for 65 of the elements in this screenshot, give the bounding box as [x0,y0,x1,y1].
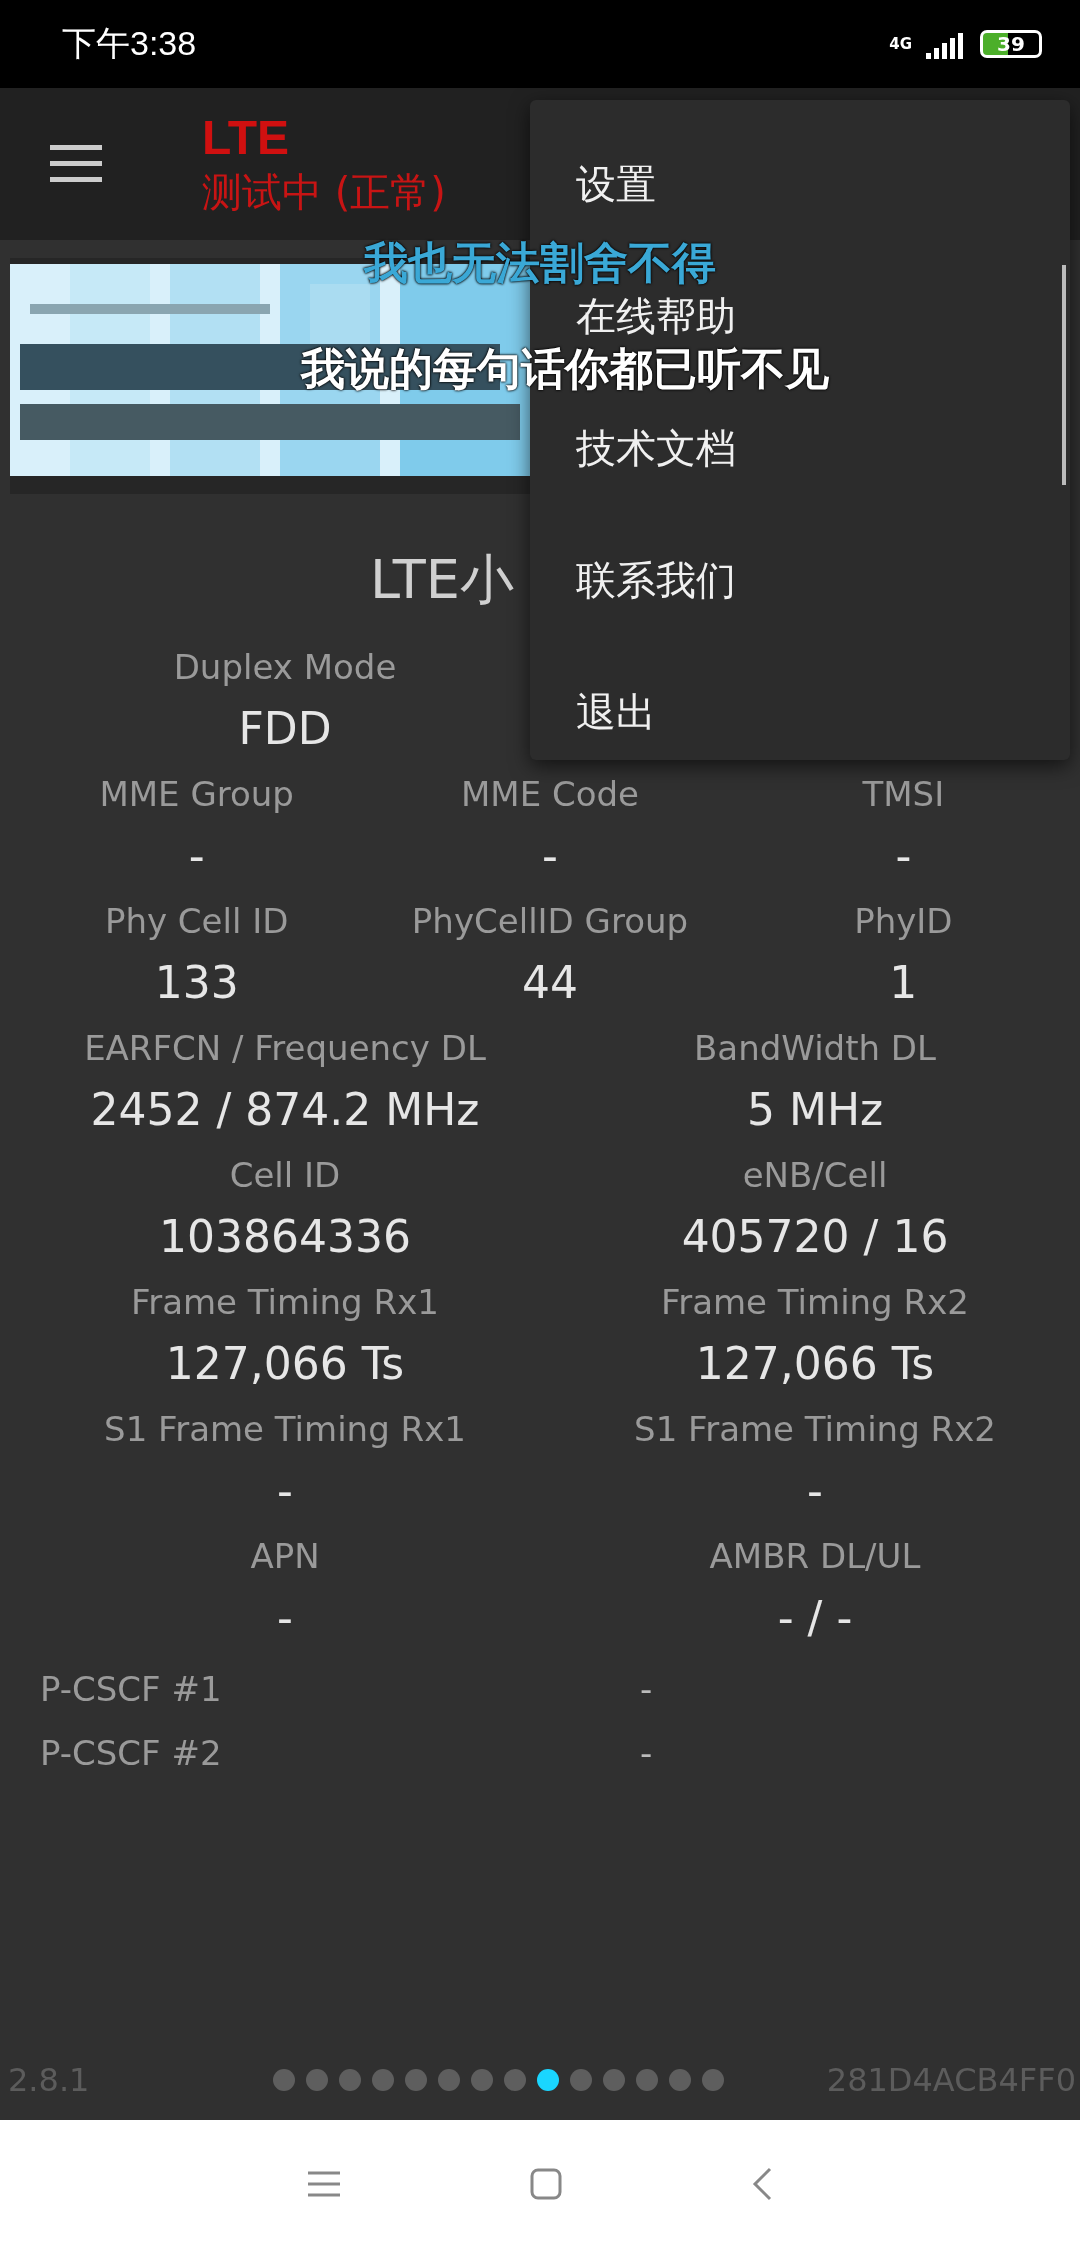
field-label: P-CSCF #2 [40,1733,223,1773]
page-dot[interactable] [371,2069,394,2091]
field-value: - / - [777,1591,853,1645]
field-value: 405720 / 16 [681,1210,949,1264]
page-dot[interactable] [272,2069,295,2091]
menu-item[interactable]: 在线帮助 [576,292,736,340]
menu-icon[interactable] [50,145,102,183]
field-label: AMBR DL/UL [709,1535,921,1578]
field-label: BandWidth DL [694,1027,936,1070]
network-type: 4G [889,35,912,53]
page-dot[interactable] [503,2069,526,2091]
field-value: 1 [889,956,918,1010]
field-label: Frame Timing Rx1 [131,1281,439,1324]
field-value: 127,066 Ts [695,1337,935,1391]
field-value: 5 MHz [746,1083,884,1137]
page-dot[interactable] [305,2069,328,2091]
field-label: Phy Cell ID [104,900,289,943]
menu-item[interactable]: 设置 [576,160,656,208]
page-dot[interactable] [470,2069,493,2091]
field-value: - [640,1669,654,1709]
field-label: MME Group [99,773,294,816]
field-value: FDD [238,702,332,756]
page-dot[interactable] [437,2069,460,2091]
toolbar-subtitle: 测试中 (正常) [202,168,446,217]
page-dot[interactable] [668,2069,691,2091]
field-value: - [277,1591,293,1645]
field-label: EARFCN / Frequency DL [84,1027,486,1070]
field-label: TMSI [862,773,945,816]
toolbar-title: LTE [202,110,291,166]
field-label: S1 Frame Timing Rx1 [104,1408,466,1451]
field-value: 44 [522,956,578,1010]
back-icon[interactable] [752,2167,772,2201]
field-value: - [640,1733,654,1773]
field-label: APN [250,1535,320,1578]
field-value: 103864336 [159,1210,411,1264]
page-dot[interactable] [404,2069,427,2091]
field-value: - [895,829,912,883]
section-title: LTE小 [370,547,514,613]
menu-item[interactable]: 技术文档 [576,424,736,472]
page-dot[interactable] [536,2069,559,2091]
field-value: - [542,829,558,883]
field-label: PhyID [854,900,953,943]
page-dot[interactable] [602,2069,625,2091]
page-dot[interactable] [569,2069,592,2091]
menu-item[interactable]: 联系我们 [576,556,736,604]
field-value: - [277,1464,293,1518]
field-label: eNB/Cell [742,1154,888,1197]
field-label: Cell ID [229,1154,341,1197]
field-label: MME Code [461,773,639,816]
field-value: 2452 / 874.2 MHz [90,1083,480,1137]
field-label: S1 Frame Timing Rx2 [634,1408,996,1451]
field-value: - [807,1464,823,1518]
page-dot[interactable] [701,2069,724,2091]
field-label: Duplex Mode [173,646,397,689]
field-label: PhyCellID Group [411,900,689,943]
field-label: Frame Timing Rx2 [661,1281,969,1324]
page-dot[interactable] [635,2069,658,2091]
menu-item[interactable]: 退出 [576,688,656,736]
field-label: P-CSCF #1 [40,1669,223,1709]
field-value: 133 [154,956,239,1010]
status-time: 下午3:38 [62,23,197,64]
field-value: - [188,829,205,883]
page-dot[interactable] [338,2069,361,2091]
field-value: 127,066 Ts [165,1337,405,1391]
home-icon[interactable] [530,2168,562,2200]
